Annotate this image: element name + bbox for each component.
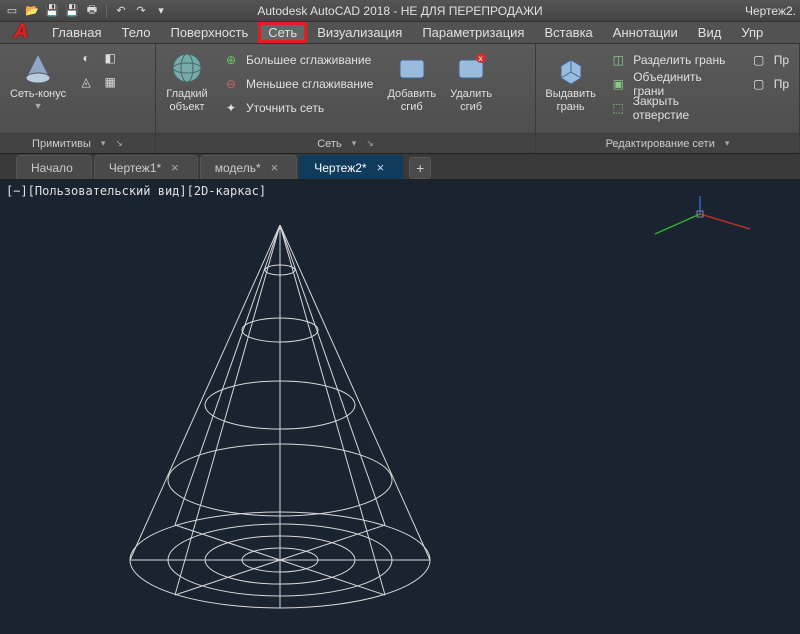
ribbon: Сеть-конус ▼ ◐ ◧ ◬ ▦ Примитивы ▾ ↘: [0, 44, 800, 154]
menu-solid[interactable]: Тело: [111, 22, 160, 43]
open-icon[interactable]: 📂: [24, 3, 40, 19]
qat-separator: [106, 4, 107, 18]
tab-drawing1[interactable]: Чертеж1* ×: [94, 155, 198, 179]
svg-text:x: x: [479, 54, 483, 63]
mini-edge-icon[interactable]: ◬: [76, 72, 96, 92]
remove-crease-button[interactable]: x Удалить сгиб: [446, 48, 496, 116]
mini-tab-icon[interactable]: ▦: [100, 72, 120, 92]
split-face-button[interactable]: ◫ Разделить грань: [605, 48, 739, 72]
add-crease-label: Добавить сгиб: [387, 88, 436, 114]
edit-column-2: ▢ Пр ▢ Пр: [746, 48, 793, 96]
pr2-icon: ▢: [750, 75, 768, 93]
expand-icon: ▾: [101, 138, 106, 149]
chevron-down-icon: ▼: [34, 101, 43, 111]
menu-manage[interactable]: Упр: [731, 22, 773, 43]
saveas-icon[interactable]: 💾: [64, 3, 80, 19]
mesh-cone-label: Сеть-конус: [10, 88, 66, 101]
minus-sphere-icon: ⊖: [222, 75, 240, 93]
undo-icon[interactable]: ↶: [113, 3, 129, 19]
panel-title-mesh[interactable]: Сеть ▾ ↘: [156, 133, 535, 153]
tab-model[interactable]: модель* ×: [200, 155, 297, 179]
less-smooth-button[interactable]: ⊖ Меньшее сглаживание: [218, 72, 377, 96]
extrude-face-button[interactable]: Выдавить грань: [542, 48, 599, 116]
refine-mesh-button[interactable]: ✦ Уточнить сеть: [218, 96, 377, 120]
document-name: Чертеж2.: [745, 4, 796, 18]
merge-faces-button[interactable]: ▣ Объединить грани: [605, 72, 739, 96]
panel-mesh: Гладкий объект ⊕ Большее сглаживание ⊖ М…: [156, 44, 536, 153]
expand-icon: ▾: [352, 138, 357, 149]
new-tab-button[interactable]: +: [409, 157, 431, 179]
smooth-object-button[interactable]: Гладкий объект: [162, 48, 212, 116]
print-icon[interactable]: 🖶: [84, 3, 100, 19]
menu-parametric[interactable]: Параметризация: [412, 22, 534, 43]
menu-surface[interactable]: Поверхность: [160, 22, 258, 43]
pr1-button[interactable]: ▢ Пр: [746, 48, 793, 72]
pr1-icon: ▢: [750, 51, 768, 69]
panel-title-edit[interactable]: Редактирование сети ▾: [536, 133, 799, 153]
menu-insert[interactable]: Вставка: [534, 22, 602, 43]
remove-crease-label: Удалить сгиб: [450, 88, 492, 114]
viewport-label[interactable]: [−][Пользовательский вид][2D-каркас]: [6, 184, 266, 198]
mini-revolve-icon[interactable]: ◐: [76, 48, 96, 68]
mesh-cone-button[interactable]: Сеть-конус ▼: [6, 48, 70, 113]
mini-rule-icon[interactable]: ◧: [100, 48, 120, 68]
app-logo[interactable]: A: [0, 22, 42, 43]
close-hole-icon: ⬚: [609, 99, 626, 117]
launch-icon[interactable]: ↘: [115, 138, 123, 149]
plus-sphere-icon: ⊕: [222, 51, 240, 69]
add-crease-icon: [394, 50, 430, 86]
extrude-face-label: Выдавить грань: [545, 88, 596, 114]
close-icon[interactable]: ×: [271, 160, 279, 175]
sphere-icon: [169, 50, 205, 86]
close-hole-button[interactable]: ⬚ Закрыть отверстие: [605, 96, 739, 120]
smooth-object-label: Гладкий объект: [166, 88, 207, 114]
title-bar: ▭ 📂 💾 💾 🖶 ↶ ↷ ▾ Autodesk AutoCAD 2018 - …: [0, 0, 800, 22]
close-icon[interactable]: ×: [377, 160, 385, 175]
remove-crease-icon: x: [453, 50, 489, 86]
new-icon[interactable]: ▭: [4, 3, 20, 19]
cone-icon: [20, 50, 56, 86]
menu-visualize[interactable]: Визуализация: [307, 22, 412, 43]
document-tabs: Начало Чертеж1* × модель* × Чертеж2* × +: [0, 154, 800, 180]
split-icon: ◫: [609, 51, 627, 69]
app-title: Autodesk AutoCAD 2018 - НЕ ДЛЯ ПЕРЕПРОДА…: [257, 4, 542, 18]
chevron-down-icon: ▾: [725, 138, 730, 149]
menu-home[interactable]: Главная: [42, 22, 111, 43]
close-icon[interactable]: ×: [171, 160, 179, 175]
merge-icon: ▣: [609, 75, 627, 93]
extrude-icon: [553, 50, 589, 86]
quick-access-toolbar: ▭ 📂 💾 💾 🖶 ↶ ↷ ▾: [0, 3, 173, 19]
smooth-column: ⊕ Большее сглаживание ⊖ Меньшее сглажива…: [218, 48, 377, 120]
redo-icon[interactable]: ↷: [133, 3, 149, 19]
mesh-cone-wireframe: [100, 210, 460, 630]
tab-drawing2[interactable]: Чертеж2* ×: [299, 155, 403, 179]
viewport[interactable]: [−][Пользовательский вид][2D-каркас]: [0, 180, 800, 634]
panel-mesh-edit: Выдавить грань ◫ Разделить грань ▣ Объед…: [536, 44, 800, 153]
panel-primitives: Сеть-конус ▼ ◐ ◧ ◬ ▦ Примитивы ▾ ↘: [0, 44, 156, 153]
save-icon[interactable]: 💾: [44, 3, 60, 19]
launch-icon[interactable]: ↘: [366, 138, 374, 149]
pr2-button[interactable]: ▢ Пр: [746, 72, 793, 96]
qat-dropdown-icon[interactable]: ▾: [153, 3, 169, 19]
primitive-mini-grid: ◐ ◧ ◬ ▦: [76, 48, 120, 92]
menu-mesh[interactable]: Сеть: [258, 22, 307, 43]
menu-view[interactable]: Вид: [688, 22, 732, 43]
refine-icon: ✦: [222, 99, 240, 117]
edit-column: ◫ Разделить грань ▣ Объединить грани ⬚ З…: [605, 48, 739, 120]
menu-annotate[interactable]: Аннотации: [603, 22, 688, 43]
ucs-axis-icon: [640, 194, 760, 254]
add-crease-button[interactable]: Добавить сгиб: [383, 48, 440, 116]
tab-start[interactable]: Начало: [16, 155, 92, 179]
more-smooth-button[interactable]: ⊕ Большее сглаживание: [218, 48, 377, 72]
menu-bar: A Главная Тело Поверхность Сеть Визуализ…: [0, 22, 800, 44]
panel-title-primitives[interactable]: Примитивы ▾ ↘: [0, 133, 155, 153]
